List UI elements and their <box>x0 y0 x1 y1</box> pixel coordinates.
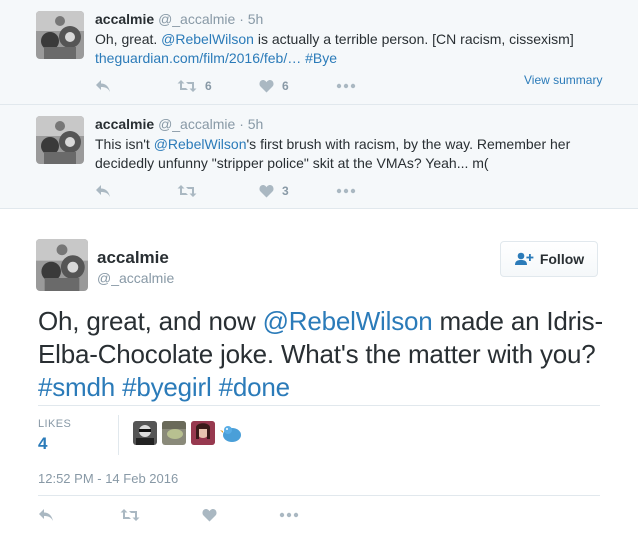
more-icon <box>336 188 356 194</box>
like-count: 6 <box>282 79 289 93</box>
divider <box>38 405 600 406</box>
reply-tweet[interactable]: accalmie @_accalmie · 5h Oh, great. @Reb… <box>0 0 638 105</box>
text-segment: Oh, great, and now <box>38 306 263 336</box>
tweet-text: Oh, great, and now @RebelWilson made an … <box>38 305 618 404</box>
text-segment: 's first brush with racism, by the way. … <box>246 136 571 152</box>
reply-icon <box>39 509 53 521</box>
reply-icon <box>96 185 110 197</box>
avatar[interactable] <box>36 11 84 59</box>
mention-link[interactable]: @RebelWilson <box>154 136 247 152</box>
separator-dot: · <box>239 116 244 132</box>
text-segment: Oh, great. <box>95 31 162 47</box>
reply-button[interactable] <box>38 505 54 525</box>
likes-label: LIKES <box>38 418 72 430</box>
reply-icon <box>96 80 110 92</box>
user-name[interactable]: accalmie <box>95 11 154 27</box>
tweet-time[interactable]: 5h <box>248 116 264 132</box>
hashtag-link[interactable]: #smdh <box>38 372 115 402</box>
hashtag-link[interactable]: #done <box>219 372 291 402</box>
heart-icon <box>259 185 274 198</box>
text-segment: decidedly unfunny "stripper police" skit… <box>95 155 489 171</box>
reply-button[interactable] <box>95 76 111 96</box>
like-count: 3 <box>282 184 289 198</box>
mention-link[interactable]: @RebelWilson <box>263 306 433 336</box>
separator-dot: · <box>239 11 244 27</box>
heart-icon <box>259 80 274 93</box>
tweet-text: Oh, great. @RebelWilson is actually a te… <box>95 30 615 68</box>
retweet-button[interactable] <box>120 505 140 525</box>
url-link[interactable]: theguardian.com/film/2016/feb/… <box>95 50 301 66</box>
tweet-time[interactable]: 5h <box>248 11 264 27</box>
more-button[interactable] <box>336 76 356 96</box>
retweet-button[interactable]: 6 <box>177 76 212 96</box>
avatar[interactable] <box>36 116 84 164</box>
likes-stat[interactable]: LIKES 4 <box>38 418 71 454</box>
tweet-actions: 6 6 <box>95 76 395 96</box>
tweet-actions <box>38 505 338 525</box>
retweet-icon <box>120 509 140 521</box>
likers-list <box>133 421 249 445</box>
divider <box>118 415 119 455</box>
divider <box>38 495 600 496</box>
tweet-header: accalmie @_accalmie · 5h <box>95 116 263 133</box>
follow-label: Follow <box>539 251 585 267</box>
tweet-header: accalmie @_accalmie · 5h <box>95 11 263 28</box>
like-button[interactable]: 3 <box>259 181 289 201</box>
hashtag-link[interactable]: #Bye <box>305 50 337 66</box>
user-name[interactable]: accalmie <box>97 248 169 268</box>
heart-icon <box>202 509 217 522</box>
tweet-text: This isn't @RebelWilson's first brush wi… <box>95 135 615 173</box>
more-button[interactable] <box>279 505 299 525</box>
user-handle[interactable]: @_accalmie <box>158 116 235 132</box>
tweet-timestamp[interactable]: 12:52 PM - 14 Feb 2016 <box>38 471 178 486</box>
user-handle[interactable]: @_accalmie <box>97 270 174 286</box>
reply-button[interactable] <box>95 181 111 201</box>
text-segment: is actually a terrible person. [CN racis… <box>253 31 574 47</box>
reply-tweet[interactable]: accalmie @_accalmie · 5h This isn't @Reb… <box>0 105 638 209</box>
liker-avatar[interactable] <box>220 421 244 445</box>
like-button[interactable] <box>202 505 217 525</box>
retweet-count: 6 <box>205 79 212 93</box>
likes-count: 4 <box>38 434 48 453</box>
more-button[interactable] <box>336 181 356 201</box>
avatar[interactable] <box>36 239 88 291</box>
hashtag-link[interactable]: #byegirl <box>122 372 212 402</box>
liker-avatar[interactable] <box>191 421 215 445</box>
retweet-icon <box>177 185 197 197</box>
text-segment <box>212 372 219 402</box>
mention-link[interactable]: @RebelWilson <box>161 31 254 47</box>
tweet-actions: 3 <box>95 181 395 201</box>
retweet-icon <box>177 80 197 92</box>
follow-button[interactable]: Follow <box>500 241 598 277</box>
text-segment: This isn't <box>95 136 154 152</box>
user-name[interactable]: accalmie <box>95 116 154 132</box>
main-tweet: accalmie @_accalmie Follow Oh, great, an… <box>0 209 638 552</box>
view-summary-link[interactable]: View summary <box>524 73 602 87</box>
more-icon <box>279 512 299 518</box>
add-user-icon <box>514 252 534 265</box>
liker-avatar[interactable] <box>162 421 186 445</box>
user-handle[interactable]: @_accalmie <box>158 11 235 27</box>
liker-avatar[interactable] <box>133 421 157 445</box>
more-icon <box>336 83 356 89</box>
retweet-button[interactable] <box>177 181 205 201</box>
like-button[interactable]: 6 <box>259 76 289 96</box>
